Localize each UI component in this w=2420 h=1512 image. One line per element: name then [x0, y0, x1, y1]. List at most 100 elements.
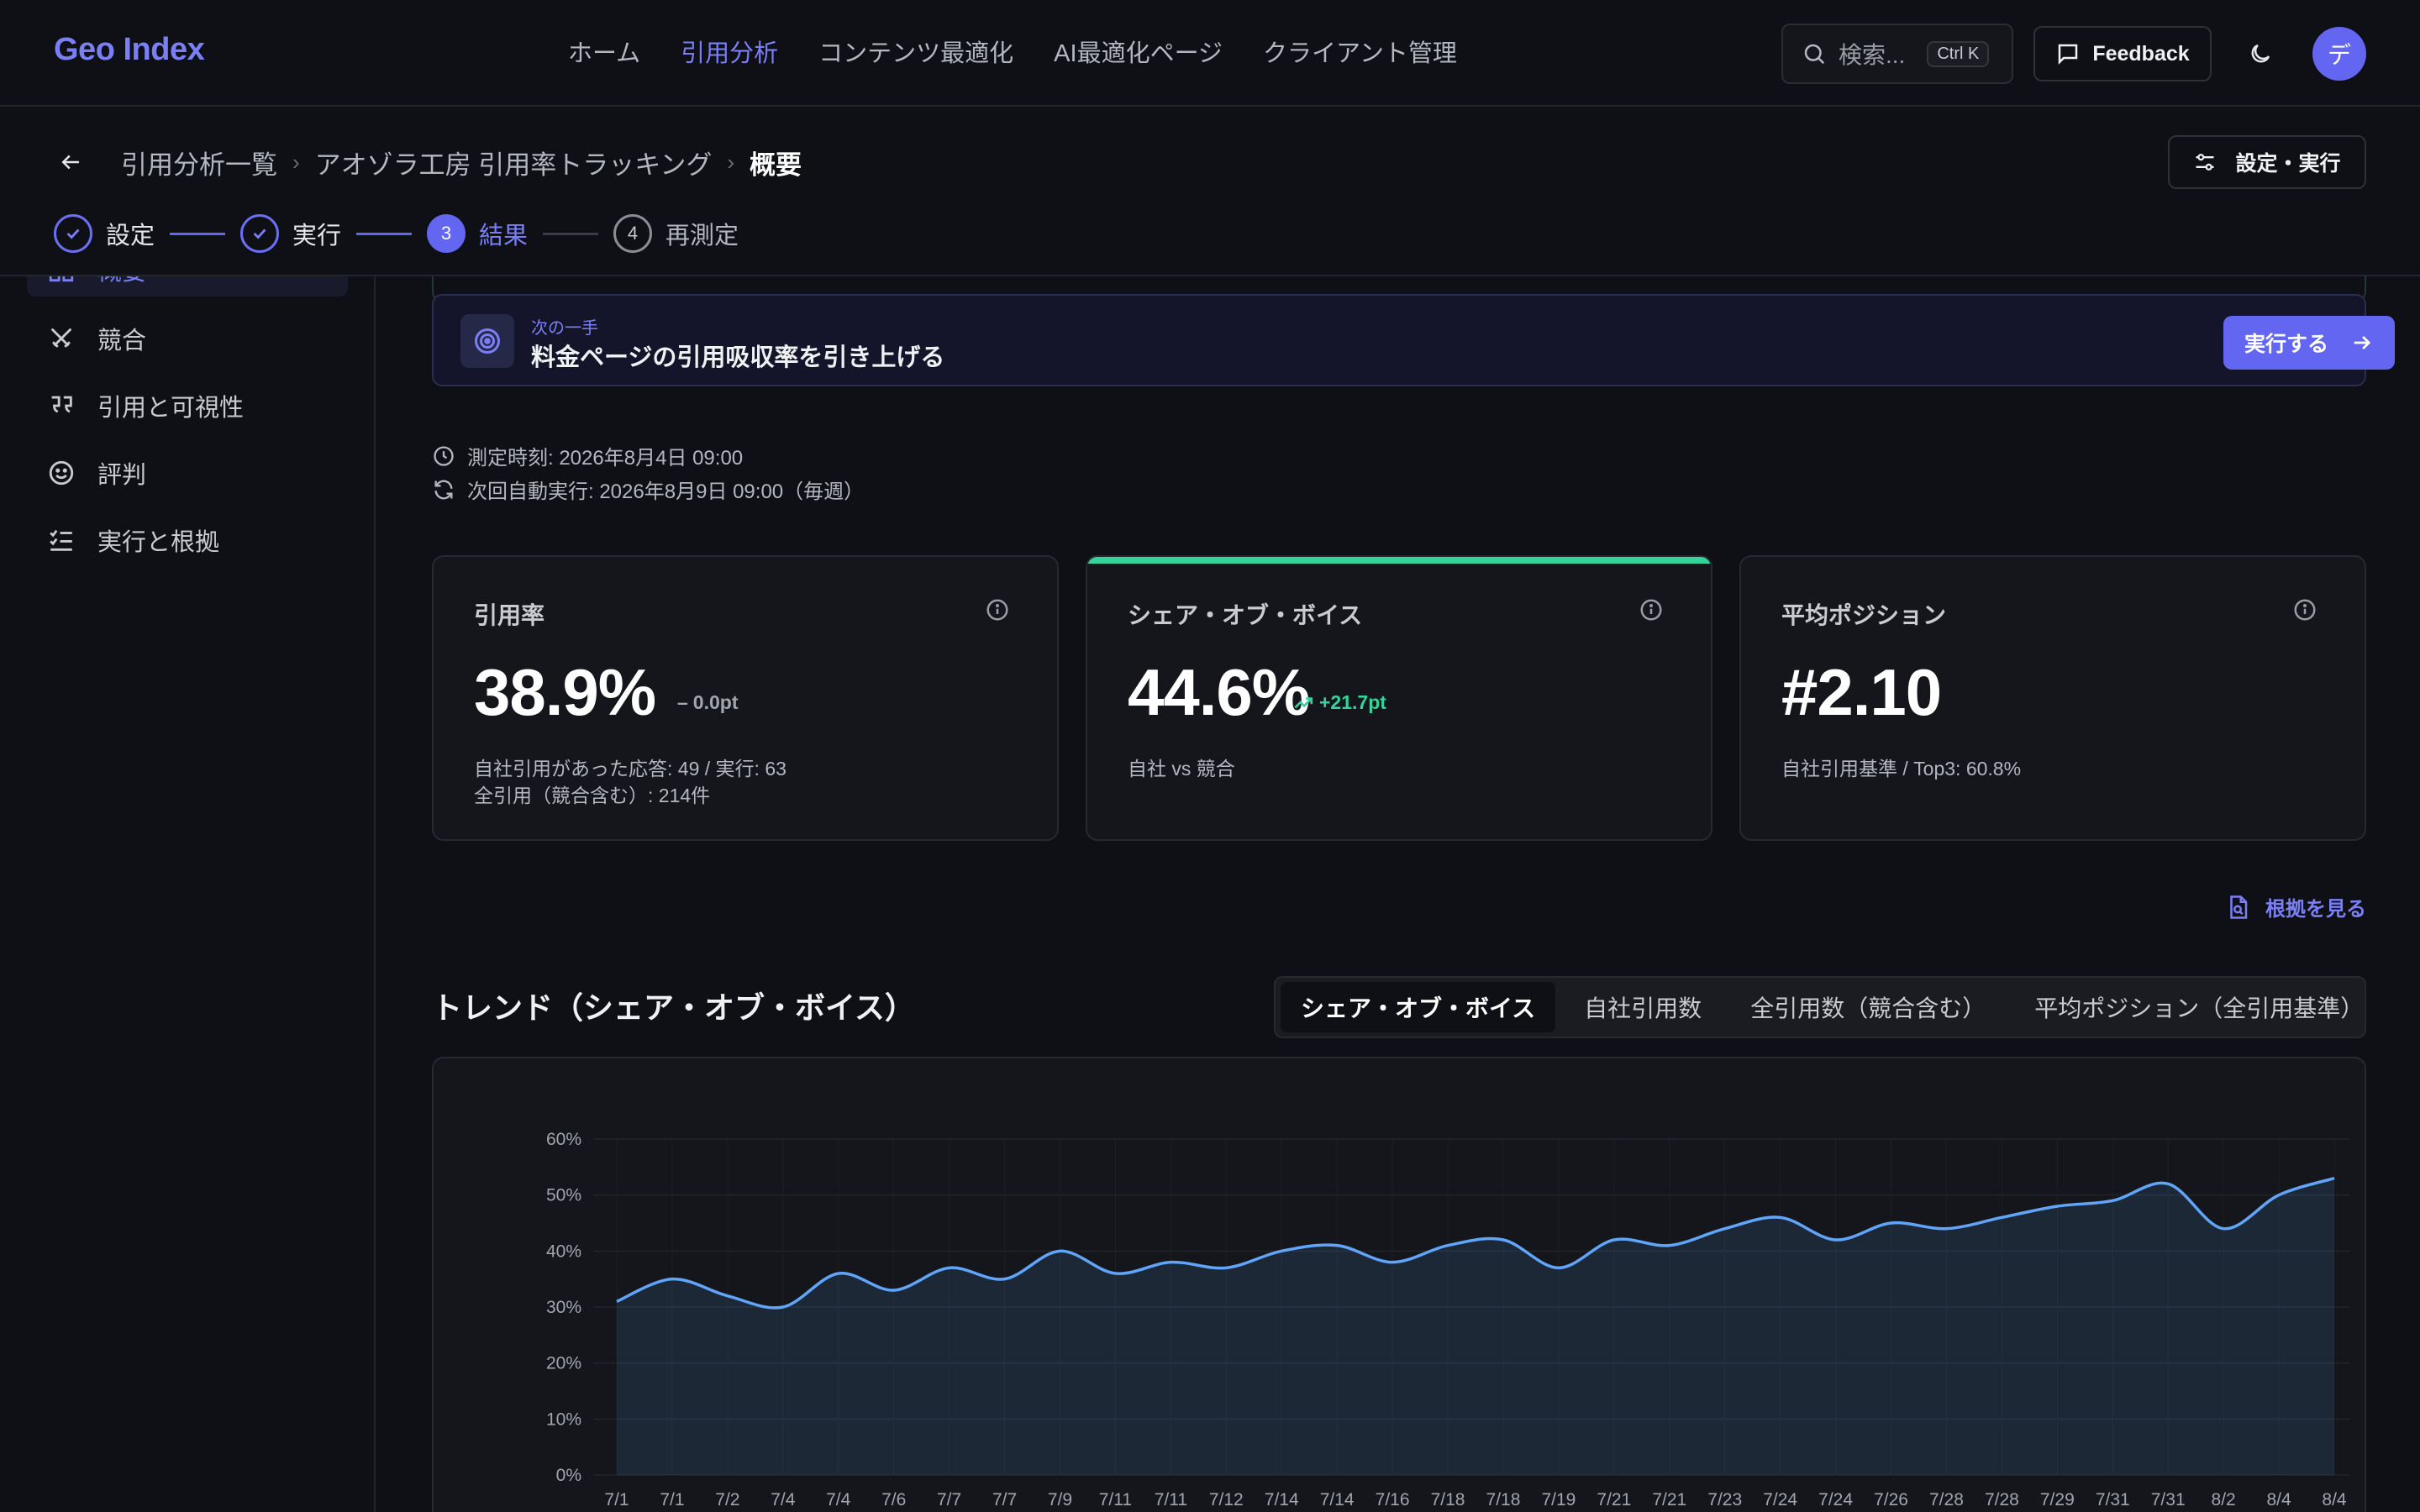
x-tick-label: 7/21 [1597, 1490, 1631, 1509]
x-tick-label: 7/14 [1265, 1490, 1299, 1509]
metric-delta-text: +21.7pt [1319, 691, 1386, 713]
next-action-title: 料金ページの引用吸収率を引き上げる [531, 344, 945, 371]
x-tick-label: 7/14 [1320, 1490, 1355, 1509]
tab-all-citations[interactable]: 全引用数（競合含む） [1730, 982, 2006, 1032]
x-tick-label: 7/4 [826, 1490, 851, 1509]
refresh-icon [434, 480, 453, 499]
step-run[interactable]: 実行 [240, 214, 341, 253]
x-tick-label: 7/7 [937, 1490, 961, 1509]
next-action-kicker: 次の一手 [531, 319, 598, 338]
x-tick-label: 8/4 [2322, 1490, 2347, 1509]
x-tick-label: 7/4 [771, 1490, 796, 1509]
y-tick-label: 40% [546, 1242, 581, 1261]
chevron-right-icon: › [292, 150, 300, 175]
back-button[interactable] [54, 145, 87, 179]
step-settings[interactable]: 設定 [54, 214, 155, 253]
metric-delta-text: 0.0pt [692, 691, 739, 713]
nav-citation-analysis[interactable]: 引用分析 [681, 34, 778, 69]
trending-up-icon [1294, 696, 1313, 708]
sidebar-item-citations[interactable]: 引用と可視性 [27, 379, 348, 433]
measured-time-text: 測定時刻: 2026年8月4日 09:00 [467, 447, 744, 470]
message-icon [2059, 44, 2078, 66]
info-icon[interactable] [1639, 597, 1664, 622]
trend-chart-svg: 0% 10% 20% 30% 40% 50% 60% 7/1 7/1 7/2 7/4 7/4 7/6 7/… [546, 1130, 2349, 1509]
sidebar-item-label: 競合 [97, 328, 147, 354]
feedback-button[interactable]: Feedback [2033, 26, 2212, 81]
search-placeholder: 検索... [1839, 42, 1906, 68]
search-icon [1804, 44, 1825, 65]
nav-ai-optimized-pages[interactable]: AI最適化ページ [1054, 34, 1223, 69]
step-remeasure[interactable]: 4 再測定 [613, 214, 739, 253]
run-action-label: 実行する [2244, 333, 2328, 356]
tab-share-of-voice[interactable]: シェア・オブ・ボイス [1281, 982, 1556, 1032]
smile-icon [49, 460, 74, 486]
search-input[interactable]: 検索... Ctrl K [1781, 24, 2013, 84]
x-tick-label: 7/11 [1155, 1490, 1187, 1509]
info-icon[interactable] [2292, 597, 2317, 622]
theme-toggle-button[interactable] [2242, 35, 2279, 72]
app-logo[interactable]: Geo Index [54, 32, 205, 68]
breadcrumb: 引用分析一覧 › アオゾラ工房 引用率トラッキング › 概要 [121, 144, 802, 181]
metric-card-avg-position: 平均ポジション #2.10 自社引用基準 / Top3: 60.8% [1739, 555, 2366, 841]
clock-icon [434, 445, 454, 466]
y-tick-label: 10% [546, 1410, 581, 1429]
view-evidence-link[interactable]: 根拠を見る [2225, 892, 2366, 921]
x-tick-label: 8/2 [2212, 1490, 2236, 1509]
x-tick-label: 7/31 [2096, 1490, 2130, 1509]
avatar[interactable]: デ [2312, 27, 2366, 81]
y-tick-label: 30% [546, 1298, 581, 1317]
moon-icon [2251, 44, 2270, 63]
sidebar-item-execution[interactable]: 実行と根拠 [27, 513, 348, 567]
trend-chart: 0% 10% 20% 30% 40% 50% 60% 7/1 7/1 7/2 7/4 7/4 7/6 7/… [432, 1057, 2366, 1512]
top-navbar: Geo Index ホーム 引用分析 コンテンツ最適化 AI最適化ページ クライ… [0, 0, 2420, 107]
metric-card-citation-rate: 引用率 38.9% – 0.0pt 自社引用があった応答: 49 / 実行: 6… [432, 555, 1059, 841]
breadcrumb-item-list[interactable]: 引用分析一覧 [121, 144, 277, 181]
breadcrumb-item-project[interactable]: アオゾラ工房 引用率トラッキング [315, 144, 713, 181]
sidebar-item-competitors[interactable]: 競合 [27, 312, 348, 365]
feedback-label: Feedback [2092, 41, 2190, 66]
tab-avg-position[interactable]: 平均ポジション（全引用基準） [2014, 982, 2384, 1032]
x-tick-label: 8/4 [2266, 1490, 2291, 1509]
metric-sub-line: 自社引用基準 / Top3: 60.8% [1781, 758, 2022, 780]
trend-area [617, 1178, 2334, 1475]
search-shortcut: Ctrl K [1927, 40, 1990, 67]
settings-run-button[interactable]: 設定・実行 [2168, 135, 2366, 189]
main-nav: ホーム 引用分析 コンテンツ最適化 AI最適化ページ クライアント管理 [568, 34, 1457, 69]
x-tick-label: 7/26 [1874, 1490, 1908, 1509]
sidebar-item-label: 評判 [97, 462, 147, 489]
metric-subtext: 自社引用があった応答: 49 / 実行: 63 全引用（競合含む）: 214件 [474, 755, 786, 809]
run-action-button[interactable]: 実行する [2223, 316, 2395, 370]
settings-run-label: 設定・実行 [2235, 152, 2341, 176]
metric-value: 38.9% [474, 655, 656, 729]
step-label: 設定 [106, 223, 155, 249]
measured-time: 測定時刻: 2026年8月4日 09:00 [432, 441, 743, 470]
tab-own-citations[interactable]: 自社引用数 [1564, 982, 1722, 1032]
x-tick-label: 7/19 [1541, 1490, 1576, 1509]
x-tick-label: 7/6 [881, 1490, 906, 1509]
view-evidence-label: 根拠を見る [2265, 898, 2366, 921]
metric-title: 平均ポジション [1781, 602, 1947, 628]
x-tick-label: 7/1 [660, 1490, 684, 1509]
main-content: 次の一手 料金ページの引用吸収率を引き上げる 実行する 測定時刻: 2026年8… [376, 243, 2420, 1512]
x-tick-label: 7/29 [2040, 1490, 2075, 1509]
nav-home[interactable]: ホーム [568, 34, 640, 69]
file-search-icon [2230, 895, 2248, 919]
y-tick-label: 50% [546, 1186, 581, 1205]
sidebar-item-label: 実行と根拠 [97, 529, 220, 556]
trend-title: トレンド（シェア・オブ・ボイス） [432, 990, 915, 1025]
x-tick-label: 7/18 [1486, 1490, 1521, 1509]
sidebar: 概要 競合 引用と可視性 評判 実行と根拠 [0, 243, 376, 1512]
nav-content-optimization[interactable]: コンテンツ最適化 [818, 34, 1013, 69]
step-results[interactable]: 3 結果 [427, 214, 528, 253]
y-tick-label: 60% [546, 1130, 581, 1149]
metric-value: #2.10 [1781, 655, 1942, 729]
x-tick-label: 7/12 [1209, 1490, 1244, 1509]
step-label: 結果 [479, 223, 529, 249]
info-icon[interactable] [985, 597, 1010, 622]
nav-client-management[interactable]: クライアント管理 [1263, 34, 1457, 69]
checklist-icon [50, 529, 72, 551]
x-tick-label: 7/21 [1652, 1490, 1686, 1509]
sidebar-item-reputation[interactable]: 評判 [27, 446, 348, 500]
target-icon [460, 314, 514, 368]
x-tick-label: 7/7 [992, 1490, 1017, 1509]
